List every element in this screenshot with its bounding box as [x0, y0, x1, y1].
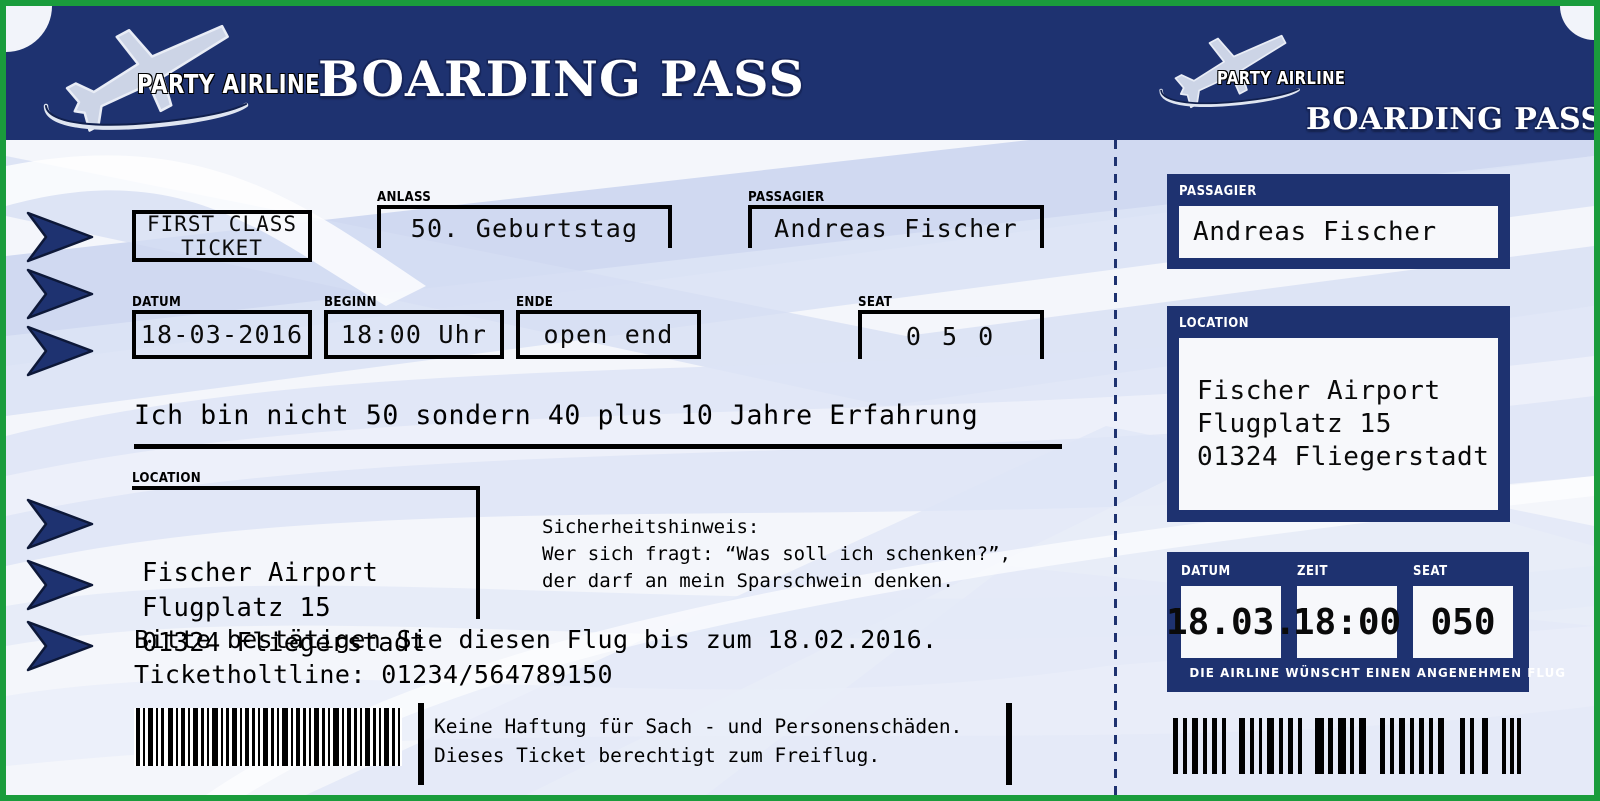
barcode-icon	[134, 708, 402, 766]
seat-field: SEAT 0 5 0	[858, 295, 1044, 359]
seat-label: SEAT	[858, 294, 893, 310]
boarding-pass-ticket: PARTY AIRLINE PARTY AIRLINE BOARDING PAS…	[0, 0, 1600, 801]
stub-passagier-label: PASSAGIER	[1179, 184, 1257, 199]
boarding-pass-title-stub: BOARDING PASS	[1306, 102, 1600, 137]
passagier-value: Andreas Fischer	[748, 205, 1044, 248]
stub-location-card: LOCATION Fischer Airport Flugplatz 15 01…	[1167, 306, 1510, 522]
location-label: LOCATION	[132, 470, 201, 486]
anlass-label: ANLASS	[377, 189, 432, 205]
perforation-line	[1114, 140, 1117, 795]
stub-location-value: Fischer Airport Flugplatz 15 01324 Flieg…	[1179, 338, 1498, 510]
barcode-icon	[1169, 718, 1524, 774]
beginn-field: BEGINN 18:00 Uhr	[324, 295, 504, 359]
stub-trio-item-datum: DATUM 18.03.	[1166, 564, 1296, 658]
ticket-class-field: FIRST CLASS TICKET	[132, 210, 312, 262]
boarding-pass-title-main: BOARDING PASS	[318, 50, 805, 108]
stub-location-label: LOCATION	[1179, 316, 1250, 331]
anlass-value: 50. Geburtstag	[377, 205, 672, 248]
security-note-text: Sicherheitshinweis: Wer sich fragt: “Was…	[542, 516, 1011, 592]
ende-label: ENDE	[516, 294, 554, 310]
disclaimer-divider-right	[1006, 703, 1012, 785]
beginn-label: BEGINN	[324, 294, 377, 310]
airline-name-stub: PARTY AIRLINE	[1217, 68, 1346, 89]
passagier-field: PASSAGIER Andreas Fischer	[748, 190, 1044, 248]
confirm-text: Bitte bestätigen Sie diesen Flug bis zum…	[134, 625, 938, 689]
chevron-arrow-icon	[26, 325, 94, 377]
stub-passagier-card: PASSAGIER Andreas Fischer	[1167, 174, 1510, 269]
stub-zeit-label: ZEIT	[1297, 564, 1328, 579]
beginn-value: 18:00 Uhr	[324, 310, 504, 359]
airline-name-main: PARTY AIRLINE	[137, 70, 321, 100]
stub-trio-item-seat: SEAT 050	[1413, 564, 1513, 658]
chevron-arrow-icon	[26, 211, 94, 263]
chevron-arrow-icon	[26, 559, 94, 611]
slogan-text: Ich bin nicht 50 sondern 40 plus 10 Jahr…	[134, 400, 979, 431]
chevron-arrow-icon	[26, 620, 94, 672]
stub-trio-item-zeit: ZEIT 18:00	[1293, 564, 1401, 658]
stub-trio-card: DATUM 18.03. ZEIT 18:00 SEAT 050 DIE AIR…	[1166, 552, 1567, 692]
stub-passagier-value: Andreas Fischer	[1179, 206, 1498, 258]
airline-logo-stub: PARTY AIRLINE	[1146, 20, 1345, 119]
stub-trio-row: DATUM 18.03. ZEIT 18:00 SEAT 050	[1166, 564, 1517, 658]
stub-datum-value: 18.03.	[1166, 586, 1296, 658]
datum-field: DATUM 18-03-2016	[132, 295, 312, 359]
main-ticket-panel: FIRST CLASS TICKET ANLASS 50. Geburtstag…	[6, 140, 1114, 795]
anlass-field: ANLASS 50. Geburtstag	[377, 190, 672, 248]
datum-label: DATUM	[132, 294, 182, 310]
chevron-arrow-icon	[26, 498, 94, 550]
stub-footer-text: DIE AIRLINE WÜNSCHT EINEN ANGENEHMEN FLU…	[1189, 665, 1567, 680]
location-field: LOCATION Fischer Airport Flugplatz 15 01…	[132, 470, 480, 658]
stub-zeit-value: 18:00	[1293, 586, 1401, 658]
chevron-arrow-icon	[26, 268, 94, 320]
passagier-label: PASSAGIER	[748, 189, 825, 205]
airline-logo-main: PARTY AIRLINE	[24, 10, 320, 139]
ende-field: ENDE open end	[516, 295, 701, 359]
ticket-class-value: FIRST CLASS TICKET	[132, 210, 312, 262]
disclaimer-divider-left	[418, 703, 424, 785]
divider-rule	[134, 444, 1062, 449]
ende-value: open end	[516, 310, 701, 359]
seat-value: 0 5 0	[858, 310, 1044, 359]
datum-value: 18-03-2016	[132, 310, 312, 359]
stub-seat-value: 050	[1413, 586, 1513, 658]
disclaimer-text: Keine Haftung für Sach - und Personensch…	[434, 715, 963, 767]
stub-seat-label: SEAT	[1413, 564, 1448, 579]
ticket-stub-panel: PASSAGIER Andreas Fischer LOCATION Fisch…	[1117, 140, 1594, 795]
stub-datum-label: DATUM	[1181, 564, 1231, 579]
